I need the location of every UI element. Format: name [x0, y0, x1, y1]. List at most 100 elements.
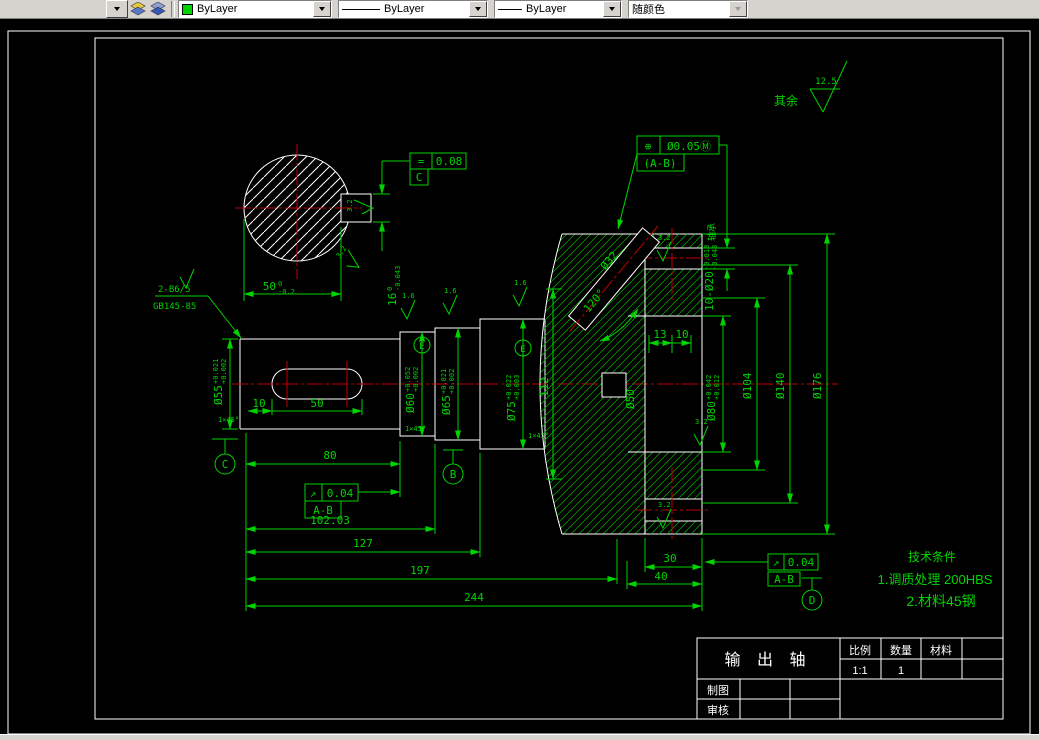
svg-text:(A-B): (A-B)	[643, 157, 676, 170]
svg-text:轴承: 轴承	[706, 223, 718, 241]
datum-e-circle: E	[520, 345, 525, 355]
dim-d140: Ø140	[774, 373, 787, 400]
linetype-combo-arrow[interactable]	[469, 1, 487, 17]
svg-text:-0.043: -0.043	[711, 245, 719, 270]
svg-text:+0.002: +0.002	[448, 369, 456, 394]
layer-states-icon[interactable]	[149, 1, 167, 17]
svg-text:0.08: 0.08	[436, 155, 463, 168]
datum-d: D	[801, 577, 823, 611]
svg-text:2.材料45钢: 2.材料45钢	[906, 593, 975, 609]
svg-text:0: 0	[278, 280, 282, 288]
plotstyle-control-combo[interactable]: 随颜色	[628, 0, 748, 18]
docked-combo-arrow-button[interactable]	[106, 0, 128, 18]
svg-text:Ø55: Ø55	[212, 385, 225, 405]
dim-127: 127	[353, 537, 373, 550]
roughness-1-6: 1.6	[512, 279, 528, 307]
svg-text:+0.002: +0.002	[220, 359, 228, 384]
plotstyle-combo-value: 随颜色	[632, 4, 665, 16]
svg-text:3.2: 3.2	[658, 234, 671, 242]
svg-text:1.6: 1.6	[514, 279, 527, 287]
material-label: 材料	[930, 643, 952, 657]
plotstyle-combo-arrow	[729, 1, 747, 17]
roughness-3-2: 3.2	[335, 245, 365, 273]
dim-10: 10	[675, 328, 688, 341]
dim-244: 244	[464, 591, 484, 604]
chamfer-note: 1×45°	[405, 425, 426, 433]
svg-text:Ø176: Ø176	[811, 373, 824, 400]
center-hole-note[interactable]: 2-B6/5 GB145-85	[153, 268, 242, 339]
color-combo-arrow[interactable]	[313, 1, 331, 17]
dim-112: 112	[538, 377, 551, 397]
svg-text:1.6: 1.6	[402, 292, 415, 300]
dim-keyway-50: 50	[310, 397, 323, 410]
datum-c: C	[212, 438, 238, 475]
svg-text:A-B: A-B	[774, 573, 794, 586]
svg-text:16: 16	[386, 293, 399, 306]
svg-text:其余: 其余	[774, 93, 798, 108]
dim-keyway-10: 10	[252, 397, 265, 410]
svg-text:C: C	[416, 171, 423, 184]
svg-text:3.2: 3.2	[346, 199, 354, 212]
tolerance-frame-f1[interactable]: = 0.08 C	[409, 152, 467, 186]
tolerance-frame-f4[interactable]: ↗ 0.04 A-B	[704, 553, 819, 587]
lineweight-combo-arrow[interactable]	[603, 1, 621, 17]
svg-text:Ø75: Ø75	[505, 401, 518, 421]
chevron-down-icon	[735, 7, 741, 14]
datum-e-circle: E	[419, 342, 424, 352]
linetype-combo-value: ByLayer	[384, 3, 425, 15]
dim-d80: Ø80 +0.042 +0.012	[705, 375, 721, 421]
svg-text:Ø0.05Ⓜ: Ø0.05Ⓜ	[667, 140, 711, 153]
svg-text:3.2: 3.2	[335, 245, 349, 260]
dim-d75: Ø75 +0.022 +0.003	[505, 375, 521, 421]
cad-canvas[interactable]: 50 0 -0.2 16 0 -0.043 = 0.08 C 3.2 3.2 2…	[0, 19, 1039, 735]
dim-d60: Ø60 +0.052 +0.002	[404, 367, 420, 413]
svg-text:GB145-85: GB145-85	[153, 302, 196, 312]
tolerance-frame-f3[interactable]: ↗ 0.04 A-B	[304, 483, 401, 519]
linetype-control-combo[interactable]: ByLayer	[338, 0, 488, 18]
general-roughness-note: 其余 12.5	[774, 60, 848, 113]
scale-label: 比例	[849, 643, 871, 657]
qty-label: 数量	[890, 644, 912, 657]
svg-text:+0.052: +0.052	[404, 367, 412, 392]
lineweight-combo-value: ByLayer	[526, 3, 567, 15]
svg-text:Ø80: Ø80	[705, 401, 718, 421]
svg-text:+0.012: +0.012	[713, 375, 721, 400]
dim-30: 30	[663, 552, 676, 565]
color-combo-value: ByLayer	[197, 3, 238, 15]
svg-text:-0.013: -0.013	[703, 245, 711, 270]
gear-hub-section[interactable]: Ø32 120° Ø50 3.2 3.2 3.2 13 10	[539, 225, 711, 540]
svg-text:Ø140: Ø140	[774, 373, 787, 400]
chamfer-note: 1×45°	[218, 416, 239, 424]
svg-text:+0.003: +0.003	[513, 375, 521, 400]
dim-d104: Ø104	[741, 372, 754, 399]
layers-icon[interactable]	[129, 1, 147, 17]
color-control-combo[interactable]: ByLayer	[178, 0, 332, 18]
toolbar-separator	[171, 1, 175, 17]
symmetry-symbol-icon: =	[418, 155, 425, 168]
svg-text:Ø50: Ø50	[624, 389, 637, 409]
drafter-label: 制图	[707, 684, 729, 697]
dim-d176: Ø176	[811, 373, 824, 400]
roughness-1-6: 1.6	[400, 292, 416, 320]
title-block: 输 出 轴 比例 数量 材料 1:1 1 制图 审核	[696, 637, 1004, 720]
svg-text:Ø65: Ø65	[440, 395, 453, 415]
svg-text:0.04: 0.04	[327, 487, 354, 500]
keyway-section-view[interactable]: 50 0 -0.2 16 0 -0.043 = 0.08 C 3.2 3.2	[235, 144, 467, 306]
chamfer-note: 1×45°	[528, 432, 549, 440]
lineweight-control-combo[interactable]: ByLayer	[494, 0, 622, 18]
datum-b: B	[442, 449, 464, 485]
dim-197: 197	[410, 564, 430, 577]
svg-text:技术条件: 技术条件	[908, 550, 956, 564]
svg-text:112: 112	[538, 377, 551, 397]
drawing-viewport[interactable]: 50 0 -0.2 16 0 -0.043 = 0.08 C 3.2 3.2 2…	[0, 19, 1039, 735]
linetype-sample-icon	[342, 8, 380, 10]
position-symbol-icon: ⊕	[645, 140, 652, 153]
lineweight-sample-icon	[498, 8, 522, 10]
svg-text:C: C	[222, 458, 229, 471]
dim-80: 80	[323, 449, 336, 462]
checker-label: 审核	[707, 703, 729, 717]
roughness-3-2: 3.2	[693, 418, 709, 446]
chevron-down-icon	[319, 7, 325, 14]
runout-symbol-icon: ↗	[310, 487, 317, 500]
